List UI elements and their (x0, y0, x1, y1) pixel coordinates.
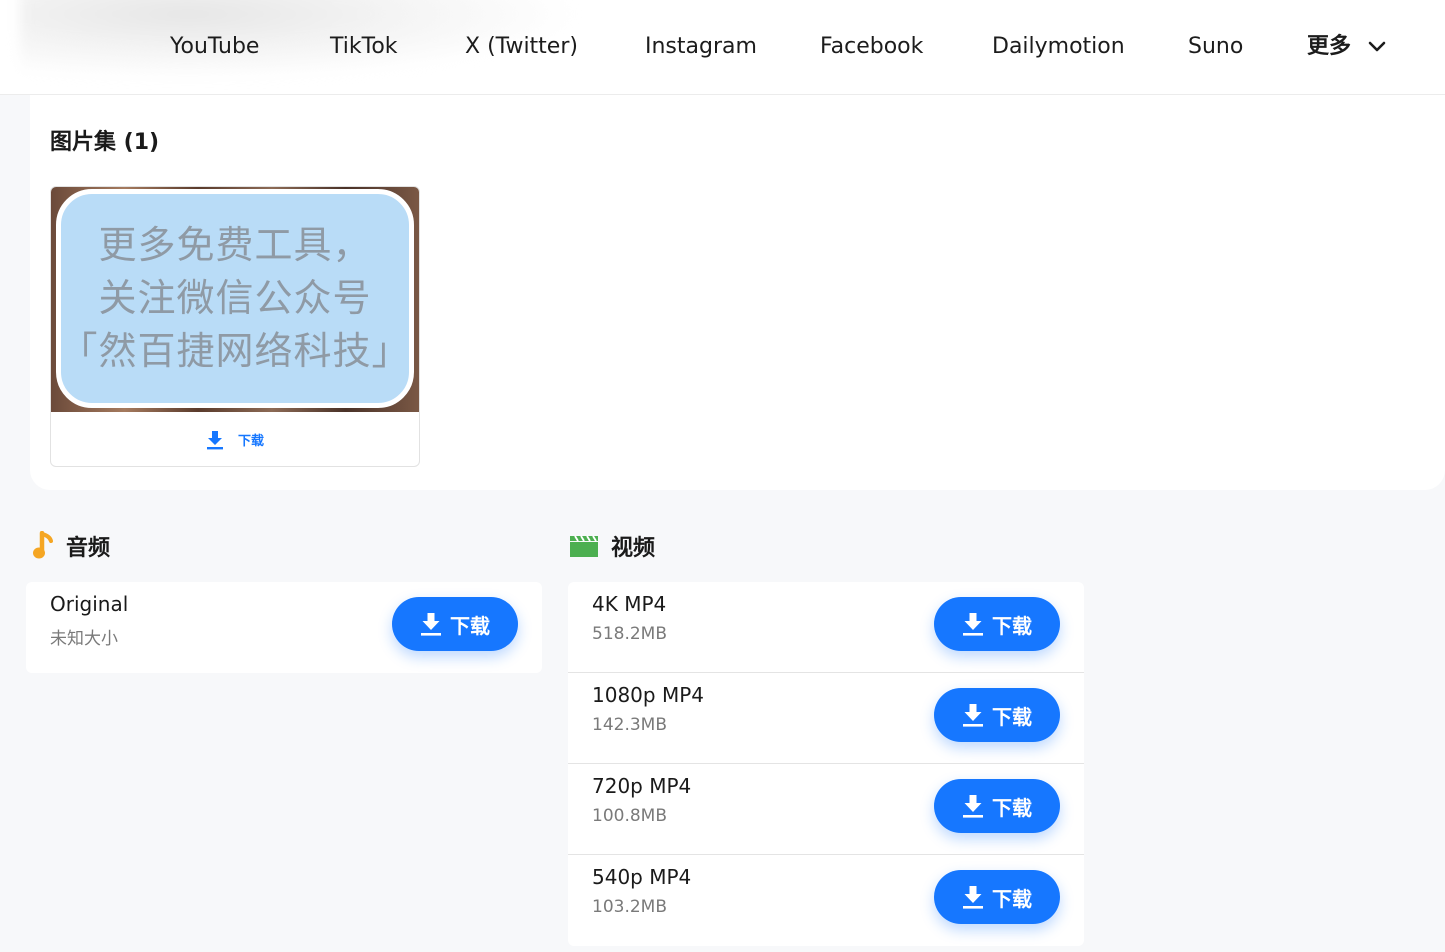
clapperboard-icon (570, 535, 598, 557)
audio-file-size: 未知大小 (50, 629, 118, 649)
video-file-size: 103.2MB (592, 897, 667, 917)
download-button-label: 下载 (992, 795, 1032, 820)
nav-item-instagram[interactable]: Instagram (645, 30, 757, 64)
thumbnail-watermark-bubble: 更多免费工具， 关注微信公众号 「然百捷网络科技」 (56, 189, 414, 408)
gallery-image-card: 更多免费工具， 关注微信公众号 「然百捷网络科技」 下载 (50, 186, 420, 467)
image-download-label: 下载 (237, 434, 264, 449)
audio-list: Original 未知大小 下载 (26, 582, 542, 673)
download-button-label: 下载 (992, 886, 1032, 911)
video-download-button[interactable]: 下载 (934, 597, 1060, 651)
video-row: 4K MP4 518.2MB 下载 (568, 582, 1084, 673)
video-heading: 视频 (569, 530, 655, 562)
gallery-thumbnail[interactable]: 更多免费工具， 关注微信公众号 「然百捷网络科技」 (51, 187, 419, 412)
audio-heading-label: 音频 (66, 536, 111, 561)
download-icon (963, 613, 983, 636)
nav-item-dailymotion[interactable]: Dailymotion (992, 30, 1125, 64)
download-button-label: 下载 (450, 613, 490, 638)
download-icon (963, 704, 983, 727)
audio-row: Original 未知大小 下载 (26, 582, 542, 673)
video-file-size: 142.3MB (592, 715, 667, 735)
download-button-label: 下载 (992, 613, 1032, 638)
video-format-name: 4K MP4 (592, 592, 667, 616)
video-file-size: 518.2MB (592, 624, 667, 644)
top-navigation: YouTube TikTok X (Twitter) Instagram Fac… (0, 0, 1445, 95)
nav-item-youtube[interactable]: YouTube (170, 30, 259, 64)
nav-item-tiktok[interactable]: TikTok (330, 30, 398, 64)
video-format-name: 1080p MP4 (592, 683, 704, 707)
audio-heading: 音频 (32, 530, 110, 562)
video-download-button[interactable]: 下载 (934, 779, 1060, 833)
download-icon (206, 430, 223, 449)
thumbnail-text-line: 关注微信公众号 (98, 276, 372, 320)
music-note-icon (33, 531, 53, 559)
gallery-title: 图片集 (1) (50, 130, 160, 155)
video-format-name: 720p MP4 (592, 774, 692, 798)
video-heading-label: 视频 (611, 536, 656, 561)
download-icon (421, 613, 441, 636)
download-icon (963, 795, 983, 818)
nav-item-twitter[interactable]: X (Twitter) (465, 30, 578, 64)
nav-item-facebook[interactable]: Facebook (820, 30, 923, 64)
nav-item-suno[interactable]: Suno (1188, 30, 1243, 64)
nav-more-dropdown[interactable]: 更多 (1307, 30, 1387, 64)
thumbnail-text-line: 「然百捷网络科技」 (59, 329, 411, 373)
image-download-link[interactable]: 下载 (51, 412, 419, 466)
download-button-label: 下载 (992, 704, 1032, 729)
video-row: 1080p MP4 142.3MB 下载 (568, 673, 1084, 764)
video-row: 720p MP4 100.8MB 下载 (568, 764, 1084, 855)
video-file-size: 100.8MB (592, 806, 667, 826)
nav-more-label: 更多 (1307, 34, 1352, 59)
chevron-down-icon (1368, 41, 1386, 52)
video-format-name: 540p MP4 (592, 865, 692, 889)
audio-download-button[interactable]: 下载 (392, 597, 518, 651)
video-download-button[interactable]: 下载 (934, 870, 1060, 924)
video-list: 4K MP4 518.2MB 下载 1080p MP4 142.3MB 下载 7… (568, 582, 1084, 946)
audio-format-name: Original (50, 592, 129, 616)
video-row: 540p MP4 103.2MB 下载 (568, 855, 1084, 946)
thumbnail-text-line: 更多免费工具， (98, 223, 372, 267)
download-icon (963, 886, 983, 909)
video-download-button[interactable]: 下载 (934, 688, 1060, 742)
